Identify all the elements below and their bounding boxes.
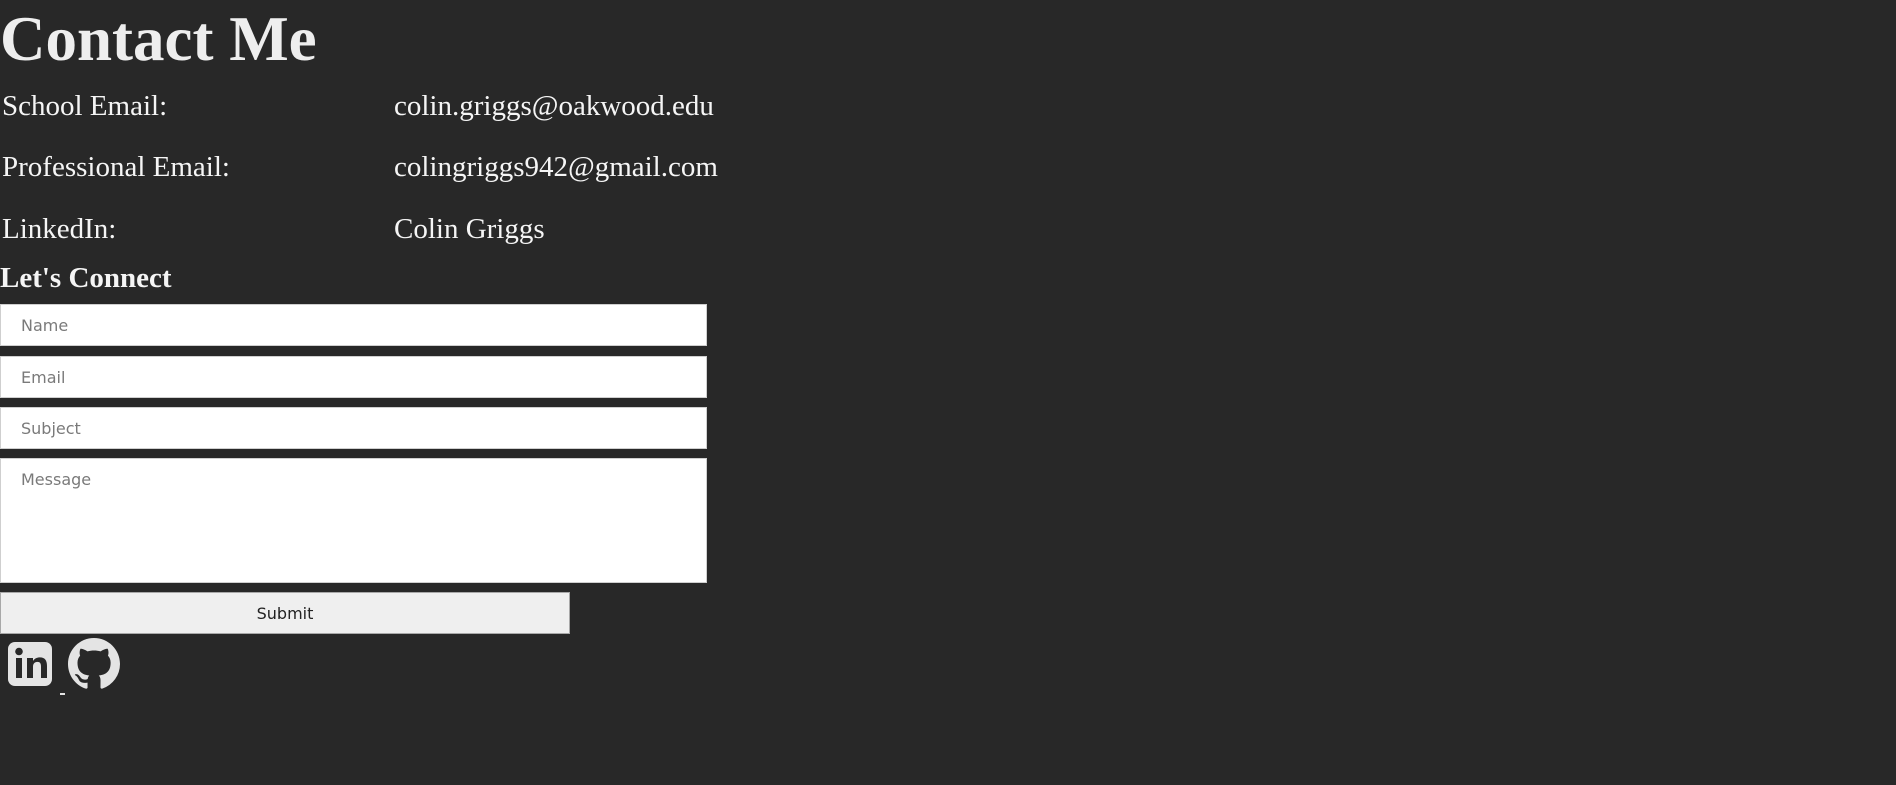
- page-title: Contact Me: [0, 4, 317, 74]
- link-underline-mark: [60, 693, 65, 695]
- linkedin-icon: [8, 642, 52, 686]
- github-icon: [68, 638, 120, 689]
- school-email-row: School Email: colin.griggs@oakwood.edu: [2, 86, 802, 126]
- linkedin-link[interactable]: [4, 638, 56, 690]
- school-email-label: School Email:: [2, 90, 168, 122]
- professional-email-label: Professional Email:: [2, 151, 230, 183]
- professional-email-value: colingriggs942@gmail.com: [394, 151, 718, 183]
- name-input[interactable]: [0, 304, 707, 346]
- linkedin-label: LinkedIn:: [2, 213, 117, 245]
- submit-button[interactable]: Submit: [0, 592, 570, 634]
- school-email-value: colin.griggs@oakwood.edu: [394, 90, 714, 122]
- professional-email-row: Professional Email: colingriggs942@gmail…: [2, 147, 802, 187]
- contact-page: Contact Me School Email: colin.griggs@oa…: [0, 0, 1896, 785]
- subject-input[interactable]: [0, 407, 707, 449]
- linkedin-value: Colin Griggs: [394, 213, 545, 245]
- email-input[interactable]: [0, 356, 707, 398]
- connect-heading: Let's Connect: [0, 262, 172, 294]
- linkedin-row: LinkedIn: Colin Griggs: [2, 209, 802, 249]
- github-link[interactable]: [68, 638, 120, 690]
- message-textarea[interactable]: [0, 458, 707, 583]
